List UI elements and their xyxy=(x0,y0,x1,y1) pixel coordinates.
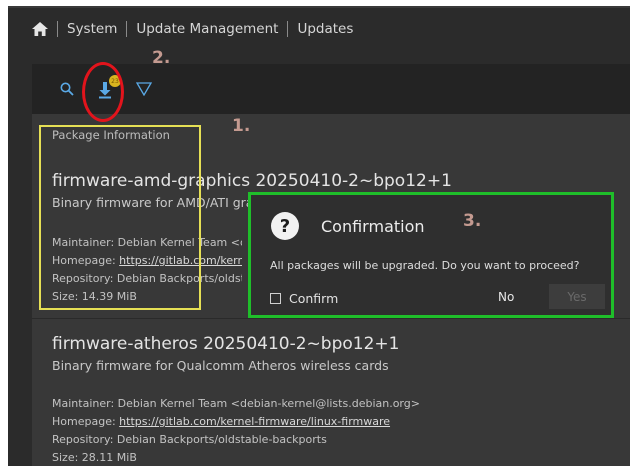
breadcrumb-item-system[interactable]: System xyxy=(67,21,117,37)
package-maintainer: Maintainer: Debian Kernel Team <debian-k… xyxy=(52,397,420,410)
breadcrumb-item-update-management[interactable]: Update Management xyxy=(136,21,278,37)
breadcrumb-separator xyxy=(57,21,58,37)
confirm-checkbox-label: Confirm xyxy=(289,291,339,306)
dialog-title: Confirmation xyxy=(321,217,425,236)
breadcrumb: System Update Management Updates xyxy=(32,18,353,40)
package-title: firmware-atheros 20250410-2~bpo12+1 xyxy=(52,334,400,354)
list-divider xyxy=(32,318,630,319)
search-icon[interactable] xyxy=(60,82,74,96)
window-top-border xyxy=(8,6,630,8)
question-icon: ? xyxy=(271,212,299,240)
filter-icon[interactable] xyxy=(136,82,152,96)
yes-button[interactable]: Yes xyxy=(549,284,605,309)
homepage-link[interactable]: https://gitlab.com/kernel-firmware/linux… xyxy=(119,415,390,428)
breadcrumb-item-updates[interactable]: Updates xyxy=(297,21,353,37)
home-icon[interactable] xyxy=(32,22,48,36)
package-homepage: Homepage: https://gitlab.com/kernel-firm… xyxy=(52,415,391,428)
package-description: Binary firmware for Qualcomm Atheros wir… xyxy=(52,358,389,373)
breadcrumb-separator xyxy=(126,21,128,37)
breadcrumb-separator xyxy=(287,21,289,37)
package-repository: Repository: Debian Backports/oldstable-b… xyxy=(52,433,327,446)
confirm-checkbox[interactable] xyxy=(270,293,281,304)
annotation-highlight-package-info xyxy=(39,125,201,310)
annotation-highlight-download-button xyxy=(82,62,124,122)
annotation-label-1: 1. xyxy=(232,116,251,136)
confirmation-dialog: ? Confirmation 3. All packages will be u… xyxy=(248,192,614,318)
package-size: Size: 28.11 MiB xyxy=(52,451,137,464)
confirm-checkbox-row[interactable]: Confirm xyxy=(270,291,338,306)
annotation-label-2: 2. xyxy=(152,48,171,68)
no-button[interactable]: No xyxy=(498,290,514,304)
dialog-message: All packages will be upgraded. Do you wa… xyxy=(270,259,580,272)
annotation-label-3: 3. xyxy=(463,211,482,231)
